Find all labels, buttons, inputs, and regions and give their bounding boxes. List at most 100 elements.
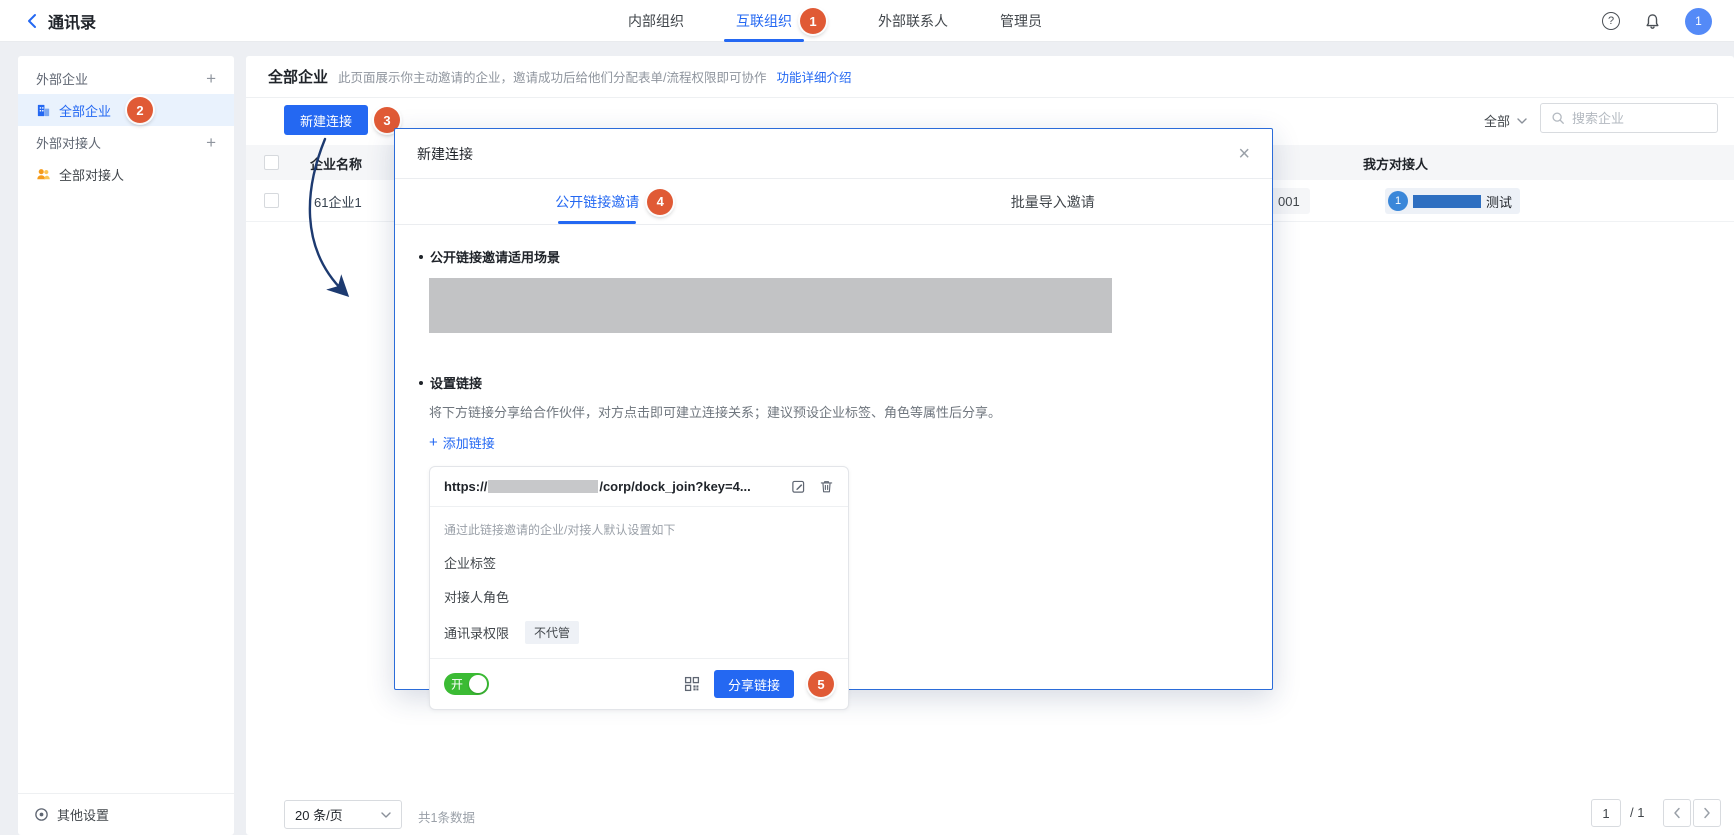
user-avatar[interactable]: 1	[1685, 8, 1712, 35]
help-icon[interactable]: ?	[1602, 12, 1620, 30]
building-icon	[36, 103, 51, 118]
group-label: 外部企业	[36, 69, 88, 88]
add-company-group-button[interactable]: +	[206, 70, 216, 87]
group-label: 外部对接人	[36, 133, 101, 152]
scenario-section-title: 公开链接邀请适用场景	[419, 247, 1248, 266]
sidebar-item-label: 全部对接人	[59, 165, 124, 184]
add-link-label: 添加链接	[443, 433, 495, 452]
chevron-down-icon	[381, 812, 391, 818]
active-tab-underline	[724, 39, 804, 42]
row-checkbox[interactable]	[264, 193, 279, 208]
redacted-contact-name	[1413, 195, 1481, 208]
link-default-note: 通过此链接邀请的企业/对接人默认设置如下	[430, 507, 848, 538]
column-header-company-name: 企业名称	[310, 154, 362, 173]
qr-code-icon[interactable]	[684, 676, 700, 692]
tab-label: 互联组织	[736, 11, 792, 31]
modal-tabs: 公开链接邀请 4 批量导入邀请	[395, 179, 1272, 225]
sidebar-group-external-companies: 外部企业 +	[18, 62, 234, 94]
top-navigation: 内部组织 互联组织 1 外部联系人 管理员	[628, 0, 1042, 42]
search-icon	[1551, 111, 1565, 125]
page-size-select[interactable]: 20 条/页	[284, 800, 402, 829]
page-title: 全部企业	[268, 66, 328, 87]
edit-link-icon[interactable]	[791, 479, 806, 494]
url-suffix: /corp/dock_join?key=4...	[599, 479, 750, 494]
invite-url-row: https:// /corp/dock_join?key=4...	[430, 467, 848, 507]
company-name-cell: 61企业1	[314, 192, 362, 211]
url-prefix: https://	[444, 479, 487, 494]
tab-label: 外部联系人	[878, 11, 948, 31]
redacted-url-domain	[488, 480, 598, 493]
our-contact-pill[interactable]: 1 测试	[1385, 188, 1520, 214]
active-tab-underline	[558, 221, 636, 224]
page-subtitle: 此页面展示你主动邀请的企业，邀请成功后给他们分配表单/流程权限即可协作	[338, 67, 766, 86]
sidebar-item-other-settings[interactable]: 其他设置	[18, 793, 234, 835]
back-chevron-icon	[26, 13, 38, 29]
step-badge-2: 2	[127, 97, 153, 123]
filter-value: 全部	[1484, 111, 1510, 130]
chevron-down-icon	[1517, 118, 1527, 124]
divider	[246, 97, 1734, 98]
delete-link-icon[interactable]	[819, 479, 834, 494]
select-all-checkbox[interactable]	[264, 155, 279, 170]
sidebar-item-all-contacts[interactable]: 全部对接人	[18, 158, 234, 190]
tab-label: 内部组织	[628, 11, 684, 31]
page-size-value: 20 条/页	[295, 805, 343, 824]
current-page-box[interactable]: 1	[1591, 799, 1621, 827]
scenario-image-redacted	[429, 278, 1112, 333]
new-connection-modal: 新建连接 × 公开链接邀请 4 批量导入邀请 公开链接邀请适用场景 设置链接	[394, 128, 1273, 690]
chevron-right-icon	[1703, 807, 1711, 819]
next-page-button[interactable]	[1693, 799, 1721, 827]
share-link-button[interactable]: 分享链接	[714, 670, 794, 698]
link-enabled-toggle[interactable]: 开	[444, 673, 489, 695]
section-title-text: 公开链接邀请适用场景	[430, 247, 560, 266]
tab-admin[interactable]: 管理员	[1000, 0, 1042, 42]
setup-description: 将下方链接分享给合作伙伴，对方点击即可建立连接关系；建议预设企业标签、角色等属性…	[429, 402, 1248, 421]
people-icon	[36, 167, 51, 182]
tab-label: 管理员	[1000, 11, 1042, 31]
permission-value-badge: 不代管	[525, 621, 579, 644]
bullet-dot	[419, 381, 423, 385]
sidebar-group-external-contacts: 外部对接人 +	[18, 126, 234, 158]
bullet-dot	[419, 255, 423, 259]
search-company-box	[1540, 103, 1718, 133]
back-button[interactable]: 通讯录	[26, 0, 96, 42]
sidebar: 外部企业 + 全部企业 2 外部对接人 + 全部对接人	[18, 56, 234, 835]
total-count-text: 共1条数据	[418, 807, 475, 826]
field-contact-role: 对接人角色	[430, 587, 848, 606]
new-connection-button[interactable]: 新建连接	[284, 105, 368, 135]
section-title-text: 设置链接	[430, 373, 482, 392]
field-addressbook-permission: 通讯录权限 不代管	[430, 621, 848, 644]
tab-batch-import-invite[interactable]: 批量导入邀请	[834, 179, 1273, 224]
column-header-our-contact: 我方对接人	[1363, 154, 1428, 173]
tab-public-link-invite[interactable]: 公开链接邀请 4	[395, 179, 834, 224]
sidebar-item-all-companies[interactable]: 全部企业 2	[18, 94, 234, 126]
tab-internal-org[interactable]: 内部组织	[628, 0, 684, 42]
contacts-page: 通讯录 内部组织 互联组织 1 外部联系人 管理员 ? 1	[0, 0, 1734, 835]
step-badge-5: 5	[808, 671, 834, 697]
toggle-on-label: 开	[451, 676, 463, 693]
prev-page-button[interactable]	[1663, 799, 1691, 827]
step-badge-4: 4	[647, 189, 673, 215]
invite-link-card: https:// /corp/dock_join?key=4... 通过此链接邀…	[429, 466, 849, 710]
setup-section-title: 设置链接	[419, 373, 1248, 392]
tab-connected-org[interactable]: 互联组织 1	[736, 0, 826, 42]
sidebar-item-label: 其他设置	[57, 805, 109, 824]
sidebar-item-label: 全部企业	[59, 101, 111, 120]
search-company-input[interactable]	[1572, 111, 1692, 126]
field-company-tag: 企业标签	[430, 553, 848, 572]
total-pages-text: / 1	[1630, 805, 1644, 820]
tab-external-contacts[interactable]: 外部联系人	[878, 0, 948, 42]
tab-label: 批量导入邀请	[1011, 192, 1095, 212]
add-contact-group-button[interactable]: +	[206, 134, 216, 151]
filter-dropdown[interactable]: 全部	[1484, 111, 1527, 130]
bell-icon[interactable]	[1644, 13, 1661, 30]
modal-title: 新建连接	[417, 144, 473, 164]
add-link-button[interactable]: + 添加链接	[429, 433, 495, 452]
topbar-actions: ? 1	[1602, 0, 1712, 42]
settings-target-icon	[34, 807, 49, 822]
feature-detail-link[interactable]: 功能详细介绍	[777, 67, 852, 86]
field-label: 通讯录权限	[444, 623, 509, 642]
contact-name-suffix: 测试	[1486, 192, 1512, 211]
close-icon[interactable]: ×	[1238, 144, 1250, 164]
tab-label: 公开链接邀请	[555, 192, 639, 212]
